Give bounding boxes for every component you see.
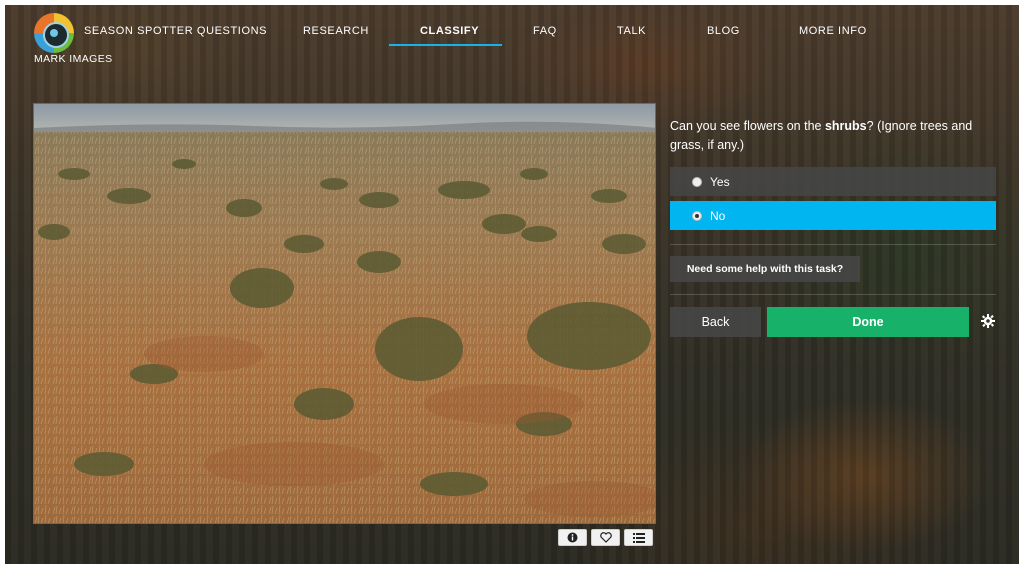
done-button[interactable]: Done bbox=[767, 307, 969, 337]
answer-no[interactable]: No bbox=[670, 201, 996, 230]
back-button[interactable]: Back bbox=[670, 307, 761, 337]
info-icon[interactable] bbox=[558, 529, 587, 546]
nav-faq[interactable]: FAQ bbox=[533, 25, 557, 37]
subject-image bbox=[33, 103, 656, 524]
question-prefix: Can you see flowers on the bbox=[670, 119, 825, 133]
page-frame: SEASON SPOTTER QUESTIONS RESEARCH CLASSI… bbox=[5, 5, 1019, 564]
help-button[interactable]: Need some help with this task? bbox=[670, 256, 860, 282]
nav-blog[interactable]: BLOG bbox=[707, 25, 740, 37]
brand-title[interactable]: SEASON SPOTTER QUESTIONS bbox=[84, 25, 267, 37]
radio-no[interactable] bbox=[692, 210, 702, 221]
task-question: Can you see flowers on the shrubs? (Igno… bbox=[670, 117, 990, 155]
nav-classify[interactable]: CLASSIFY bbox=[420, 25, 479, 37]
answer-yes-label: Yes bbox=[710, 174, 730, 189]
radio-yes[interactable] bbox=[692, 176, 702, 187]
top-navigation: SEASON SPOTTER QUESTIONS RESEARCH CLASSI… bbox=[5, 5, 1019, 65]
heart-icon[interactable] bbox=[591, 529, 620, 546]
nav-talk[interactable]: TALK bbox=[617, 25, 646, 37]
gear-icon[interactable] bbox=[980, 314, 996, 330]
question-keyword: shrubs bbox=[824, 119, 867, 133]
answer-yes[interactable]: Yes bbox=[670, 167, 996, 196]
list-icon[interactable] bbox=[624, 529, 653, 546]
nav-more-info[interactable]: MORE INFO bbox=[799, 25, 867, 37]
active-tab-underline bbox=[389, 44, 502, 46]
nav-research[interactable]: RESEARCH bbox=[303, 25, 369, 37]
answer-no-label: No bbox=[710, 208, 726, 223]
divider-top bbox=[670, 244, 996, 245]
divider-bottom bbox=[670, 294, 996, 295]
page-subtitle: MARK IMAGES bbox=[34, 53, 113, 65]
